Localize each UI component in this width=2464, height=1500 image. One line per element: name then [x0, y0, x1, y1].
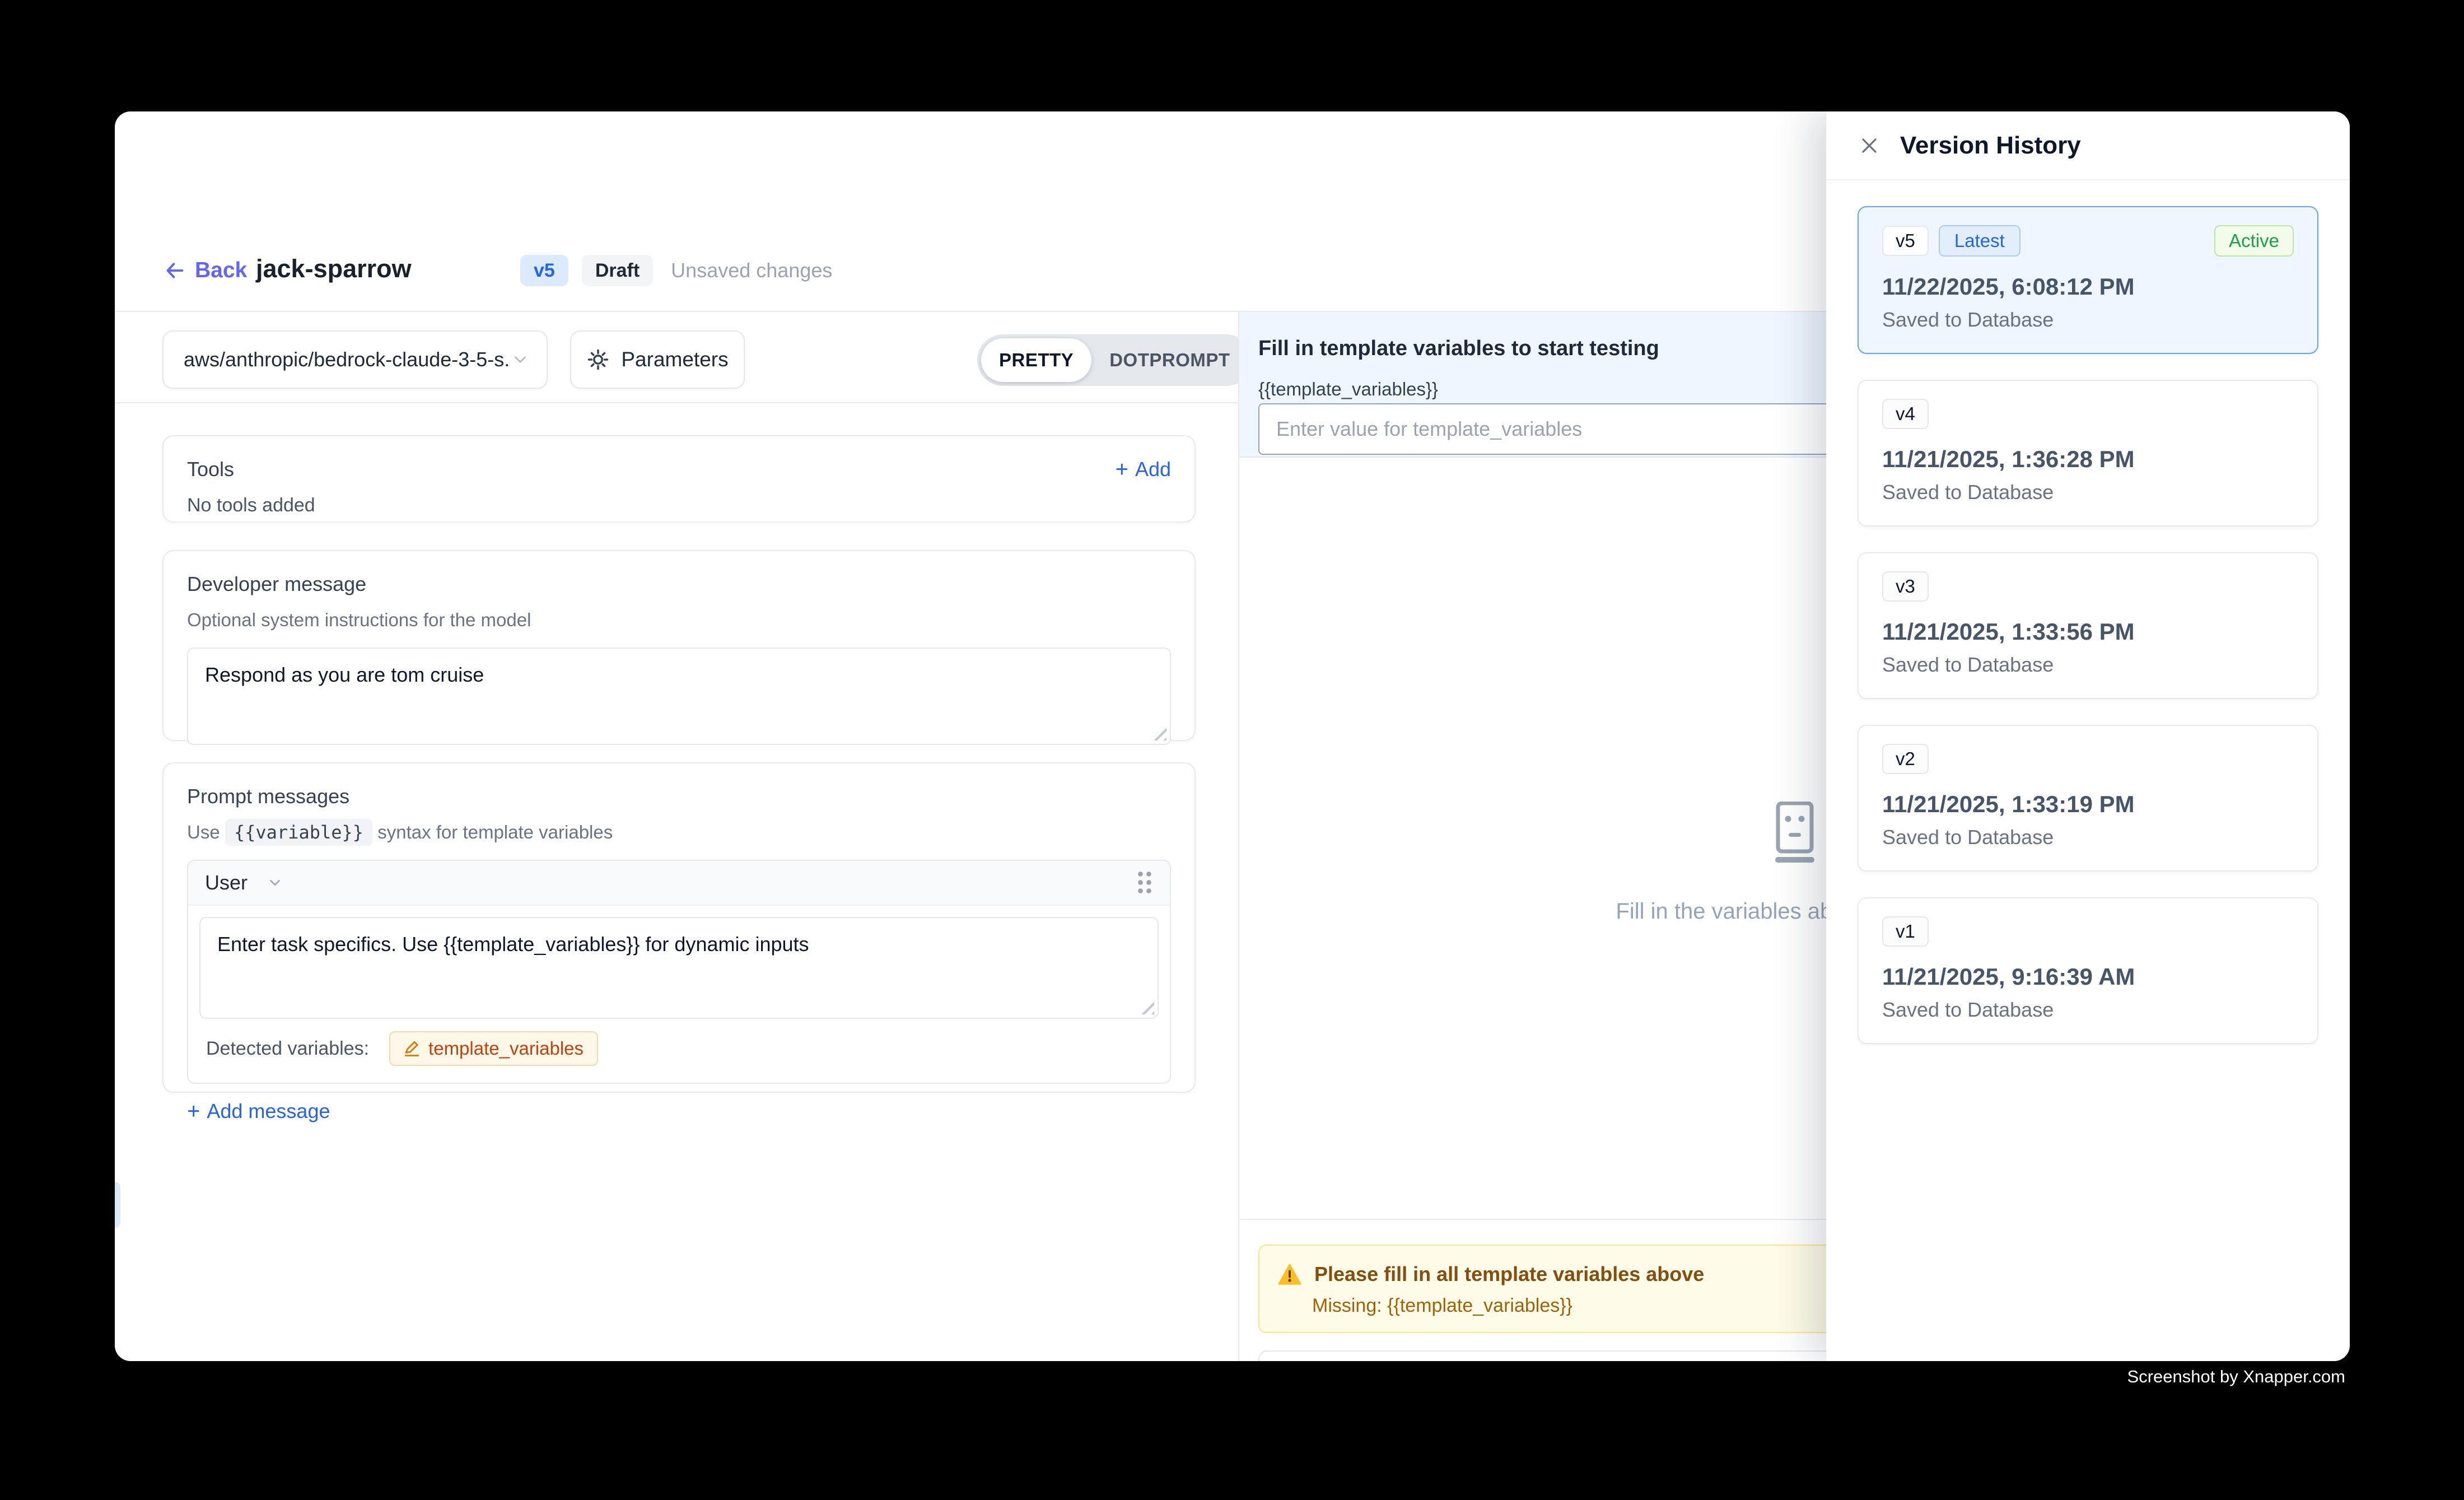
add-tool-label: Add [1135, 458, 1171, 481]
latest-badge: Latest [1939, 225, 2020, 257]
active-badge: Active [2214, 225, 2294, 257]
plus-icon: + [187, 1100, 200, 1122]
model-select-value: aws/anthropic/bedrock-claude-3-5-s... [184, 348, 511, 371]
chevron-down-icon [511, 350, 530, 369]
app-window: Back jack-sparrow v5 Draft Unsaved chang… [115, 111, 2350, 1361]
drag-handle-icon[interactable] [1136, 870, 1153, 896]
developer-message-input[interactable]: Respond as you are tom cruise [187, 647, 1171, 745]
version-number-badge: v5 [1882, 226, 1929, 256]
version-number-badge: v1 [1882, 916, 1929, 947]
version-card-v1[interactable]: v1 11/21/2025, 9:16:39 AM Saved to Datab… [1858, 897, 2318, 1044]
edge-notification-sliver [115, 1182, 120, 1228]
prompt-message-input[interactable]: Enter task specifics. Use {{template_var… [199, 917, 1159, 1019]
back-arrow-icon [164, 259, 186, 282]
version-card-v3[interactable]: v3 11/21/2025, 1:33:56 PM Saved to Datab… [1858, 552, 2318, 699]
warning-title: Please fill in all template variables ab… [1314, 1263, 1704, 1286]
tools-card: Tools + Add No tools added [162, 435, 1196, 523]
tab-pretty[interactable]: PRETTY [981, 338, 1091, 382]
version-card-v4[interactable]: v4 11/21/2025, 1:36:28 PM Saved to Datab… [1858, 380, 2318, 527]
version-status: Saved to Database [1882, 481, 2294, 504]
draft-badge: Draft [582, 255, 653, 286]
watermark-text: Screenshot by Xnapper.com [2127, 1367, 2345, 1387]
robot-icon [1773, 802, 1817, 863]
detected-variables-label: Detected variables: [206, 1038, 369, 1060]
version-timestamp: 11/21/2025, 1:33:56 PM [1882, 618, 2294, 645]
version-timestamp: 11/21/2025, 1:33:19 PM [1882, 791, 2294, 818]
version-card-v5[interactable]: v5 Latest Active 11/22/2025, 6:08:12 PM … [1858, 206, 2318, 354]
version-number-badge: v4 [1882, 399, 1929, 429]
plus-icon: + [1116, 458, 1128, 481]
version-history-title: Version History [1900, 132, 2081, 160]
chat-input-stub[interactable] [1258, 1350, 1888, 1361]
template-variable-chip[interactable]: template_variables [389, 1031, 598, 1066]
developer-message-title: Developer message [187, 572, 1171, 596]
close-icon[interactable] [1859, 135, 1880, 156]
add-tool-button[interactable]: + Add [1116, 458, 1171, 481]
tab-dotprompt[interactable]: DOTPROMPT [1091, 338, 1248, 382]
model-select[interactable]: aws/anthropic/bedrock-claude-3-5-s... [162, 330, 548, 389]
parameters-button[interactable]: Parameters [570, 330, 745, 389]
tools-empty-text: No tools added [187, 495, 1171, 516]
page-title: jack-sparrow [256, 254, 412, 283]
subtitle-suffix: syntax for template variables [377, 822, 613, 842]
prompt-message-block: User Enter task specifics. Use {{templat… [187, 860, 1171, 1084]
version-timestamp: 11/21/2025, 9:16:39 AM [1882, 963, 2294, 990]
developer-message-subtitle: Optional system instructions for the mod… [187, 609, 1171, 631]
add-message-button[interactable]: + Add message [187, 1100, 330, 1123]
version-badge: v5 [520, 255, 568, 286]
gear-icon [586, 348, 610, 371]
prompt-messages-title: Prompt messages [187, 785, 1171, 808]
message-header: User [188, 861, 1170, 906]
version-number-badge: v3 [1882, 571, 1929, 602]
add-message-label: Add message [207, 1100, 330, 1123]
detected-variables-row: Detected variables: template_variables [199, 1019, 1159, 1072]
developer-message-card: Developer message Optional system instru… [162, 550, 1196, 741]
version-status: Saved to Database [1882, 308, 2294, 332]
variable-syntax-chip: {{variable}} [225, 819, 372, 846]
template-warning: Please fill in all template variables ab… [1258, 1245, 1888, 1333]
version-number-badge: v2 [1882, 744, 1929, 774]
pencil-icon [404, 1040, 421, 1057]
role-select[interactable]: User [205, 871, 283, 895]
role-select-value: User [205, 871, 248, 895]
parameters-label: Parameters [621, 348, 728, 371]
prompt-messages-card: Prompt messages Use {{variable}} syntax … [162, 762, 1196, 1093]
back-label: Back [195, 258, 247, 283]
template-variable-input[interactable] [1258, 403, 1887, 455]
version-timestamp: 11/22/2025, 6:08:12 PM [1882, 273, 2294, 300]
back-button[interactable]: Back [164, 258, 247, 283]
version-status: Saved to Database [1882, 998, 2294, 1022]
prompt-messages-subtitle: Use {{variable}} syntax for template var… [187, 822, 1171, 843]
version-history-panel: Version History v5 Latest Active 11/22/2… [1826, 111, 2350, 1361]
subtitle-prefix: Use [187, 822, 220, 842]
format-toggle: PRETTY DOTPROMPT [977, 334, 1252, 386]
tools-title: Tools [187, 458, 234, 481]
toolbar-divider [115, 402, 1238, 403]
warning-triangle-icon [1277, 1263, 1302, 1285]
unsaved-changes-label: Unsaved changes [671, 259, 832, 282]
version-list: v5 Latest Active 11/22/2025, 6:08:12 PM … [1826, 180, 2350, 1070]
version-timestamp: 11/21/2025, 1:36:28 PM [1882, 446, 2294, 473]
version-status: Saved to Database [1882, 826, 2294, 849]
version-card-v2[interactable]: v2 11/21/2025, 1:33:19 PM Saved to Datab… [1858, 725, 2318, 872]
version-status: Saved to Database [1882, 653, 2294, 677]
header-badges: v5 Draft Unsaved changes [520, 255, 832, 286]
version-history-header: Version History [1826, 111, 2350, 180]
warning-missing-text: Missing: {{template_variables}} [1312, 1295, 1869, 1317]
chevron-down-icon [267, 874, 283, 891]
template-variable-name: template_variables [428, 1038, 584, 1059]
